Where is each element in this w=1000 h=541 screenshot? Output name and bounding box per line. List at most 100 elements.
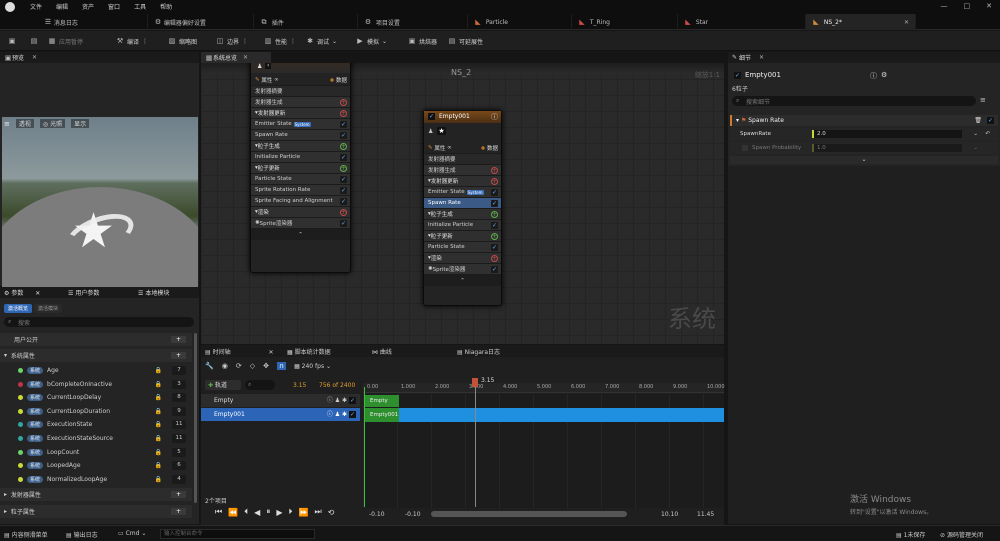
view-end[interactable]: 10.10: [661, 511, 678, 518]
add-data-button[interactable]: ✚ 数据: [481, 144, 498, 152]
add-param-button[interactable]: +: [170, 491, 186, 498]
console-input[interactable]: 输入控制台命令: [160, 529, 315, 539]
playback-options-icon[interactable]: ⟳: [236, 362, 242, 370]
node-stack-row[interactable]: Initialize Particle ✓: [251, 152, 350, 163]
enable-checkbox[interactable]: ✓: [491, 200, 498, 207]
node-stack-row[interactable]: Initialize Particle ✓: [424, 220, 501, 231]
delete-icon[interactable]: 🗑: [974, 115, 982, 126]
track-search[interactable]: ⌕: [245, 380, 275, 390]
add-module-icon[interactable]: +: [340, 209, 347, 216]
add-param-button[interactable]: +: [170, 336, 186, 343]
add-module-icon[interactable]: +: [340, 99, 347, 106]
add-module-icon[interactable]: +: [491, 167, 498, 174]
tab-timeline[interactable]: ▤ 时间轴 ✕: [205, 347, 274, 356]
enable-checkbox[interactable]: ✓: [340, 198, 347, 205]
tab-user-params[interactable]: ☰ 用户参数: [68, 288, 130, 297]
node-stack-row[interactable]: Sprite Rotation Rate ✓: [251, 185, 350, 196]
content-drawer-button[interactable]: ▤ 内容侧滑菜单: [4, 530, 48, 539]
add-module-icon[interactable]: +: [491, 211, 498, 218]
cmd-selector[interactable]: ▭ Cmd ⌄: [118, 530, 146, 537]
filter-active-modules[interactable]: 激活模块: [34, 304, 63, 313]
param-row[interactable]: 系统 CurrentLoopDuration 🔒 9: [0, 405, 192, 418]
system-overview-graph[interactable]: NS_2 缩放1:1 系统 ♟ ‹ ✎ 属性 ∞ ✚ 数据 发射器摘要 发射器生成…: [201, 63, 724, 344]
perspective-button[interactable]: 透视: [15, 119, 34, 128]
menu-file[interactable]: 文件: [30, 2, 42, 11]
param-row[interactable]: 系统 ExecutionStateSource 🔒 11: [0, 432, 192, 445]
source-control-button[interactable]: ⊘ 源码管理关闭: [940, 530, 983, 539]
add-param-button[interactable]: +: [170, 508, 186, 515]
filter-active-overview[interactable]: 激活概览: [4, 304, 33, 313]
node-stack-row[interactable]: ✺ Sprite渲染器 ✓: [424, 264, 501, 275]
close-icon[interactable]: ✕: [243, 54, 248, 61]
close-icon[interactable]: ✕: [32, 54, 37, 61]
chevron-down-icon[interactable]: ⌄: [973, 142, 978, 154]
param-row[interactable]: 系统 ExecutionState 🔒 11: [0, 418, 192, 431]
tab-plugins[interactable]: ⧉ 插件: [254, 14, 358, 30]
scalability-button[interactable]: ▤ 可延展性: [448, 35, 483, 47]
simulate-button[interactable]: ▶ 模拟 ⌄: [356, 35, 387, 47]
keyframe-icon[interactable]: ◇: [250, 362, 255, 370]
node-stack-row[interactable]: Spawn Rate ✓: [424, 198, 501, 209]
add-param-button[interactable]: +: [170, 352, 186, 359]
enable-checkbox[interactable]: ✓: [340, 132, 347, 139]
section-user[interactable]: 用户公开 +: [0, 333, 192, 346]
menu-asset[interactable]: 资产: [82, 2, 94, 11]
menu-edit[interactable]: 编辑: [56, 2, 68, 11]
add-track-button[interactable]: ✚ 轨道: [205, 380, 241, 390]
save-button[interactable]: ▣: [8, 35, 16, 47]
info-icon[interactable]: ⓘ: [870, 71, 877, 81]
view-start[interactable]: -0.10: [405, 511, 421, 518]
lit-button[interactable]: ◎ 光照: [39, 119, 66, 128]
node-stack-row[interactable]: Sprite Facing and Alignment ✓: [251, 196, 350, 207]
tab-curves[interactable]: ⋈ 曲线: [372, 347, 392, 356]
param-row[interactable]: 系统 bCompleteOnInactive 🔒 3: [0, 378, 192, 391]
params-scrollbar[interactable]: [194, 333, 197, 503]
enable-checkbox[interactable]: ✓: [491, 222, 498, 229]
pause-icon[interactable]: ⏸: [266, 507, 270, 517]
timeline-scrollbar[interactable]: [431, 511, 627, 517]
add-module-icon[interactable]: +: [491, 255, 498, 262]
jump-end-icon[interactable]: ⏭: [314, 507, 321, 517]
node-stack-row[interactable]: ▾ 粒子生成 +: [424, 209, 501, 220]
play-icon[interactable]: ▶: [276, 508, 282, 517]
add-module-icon[interactable]: +: [491, 178, 498, 185]
close-tab-icon[interactable]: ✕: [904, 19, 909, 26]
enable-checkbox[interactable]: ✓: [340, 220, 347, 227]
browse-button[interactable]: ▤: [30, 35, 38, 47]
transform-icon[interactable]: ✥: [263, 362, 269, 370]
menu-window[interactable]: 窗口: [108, 2, 120, 11]
node-stack-row[interactable]: ▾ 渲染 +: [424, 253, 501, 264]
section-particle[interactable]: ▸ 粒子属性 +: [0, 505, 192, 518]
step-back-icon[interactable]: ⏴: [244, 507, 248, 517]
track-bar-empty001[interactable]: Empty001: [365, 408, 399, 422]
performance-button[interactable]: ▥ 性能 ⋮: [264, 35, 296, 47]
add-data-button[interactable]: ✚ 数据: [330, 76, 347, 84]
range-start[interactable]: -0.10: [369, 511, 385, 518]
track-row-empty001[interactable]: Empty001 ⓘ ♟ ✱ ✓: [201, 408, 360, 421]
unsaved-indicator[interactable]: ▤ 1未保存: [896, 530, 925, 539]
play-reverse-icon[interactable]: ◀: [254, 508, 260, 517]
node-stack-row[interactable]: ▾ 发射器更新 +: [424, 176, 501, 187]
section-system[interactable]: ▾ 系统属性 +: [0, 349, 192, 362]
maximize-button[interactable]: □: [964, 2, 971, 10]
enable-checkbox[interactable]: ✓: [340, 187, 347, 194]
tab-niagara-log[interactable]: ▤ Niagara日志: [457, 347, 500, 356]
node-stack-row[interactable]: Particle State ✓: [251, 174, 350, 185]
param-row[interactable]: 系统 NormalizedLoopAge 🔒 4: [0, 473, 192, 486]
range-end[interactable]: 11.45: [697, 511, 714, 518]
param-row[interactable]: 系统 Age 🔒 7: [0, 364, 192, 377]
gear-icon[interactable]: ⚙: [881, 71, 887, 79]
bounds-button[interactable]: ◫ 边界 ⋮: [216, 35, 248, 47]
node-stack-row[interactable]: 发射器摘要: [424, 154, 501, 165]
add-module-icon[interactable]: +: [340, 110, 347, 117]
tab-script-stats[interactable]: ▦ 脚本统计数据: [287, 347, 331, 356]
tab-star[interactable]: ◣ Star: [678, 14, 806, 30]
spawnrate-input[interactable]: 2.0: [812, 130, 962, 138]
fps-selector[interactable]: ▦ 240 fps ⌄: [294, 363, 331, 370]
filter-icon[interactable]: ≡: [980, 96, 986, 104]
track-row-empty[interactable]: Empty ⓘ ♟ ✱ ✓: [201, 394, 360, 407]
chevron-down-icon[interactable]: ⌄: [973, 128, 978, 140]
prev-key-icon[interactable]: ⏪: [228, 508, 238, 517]
menu-tools[interactable]: 工具: [134, 2, 146, 11]
snap-icon[interactable]: ∩: [276, 362, 287, 370]
